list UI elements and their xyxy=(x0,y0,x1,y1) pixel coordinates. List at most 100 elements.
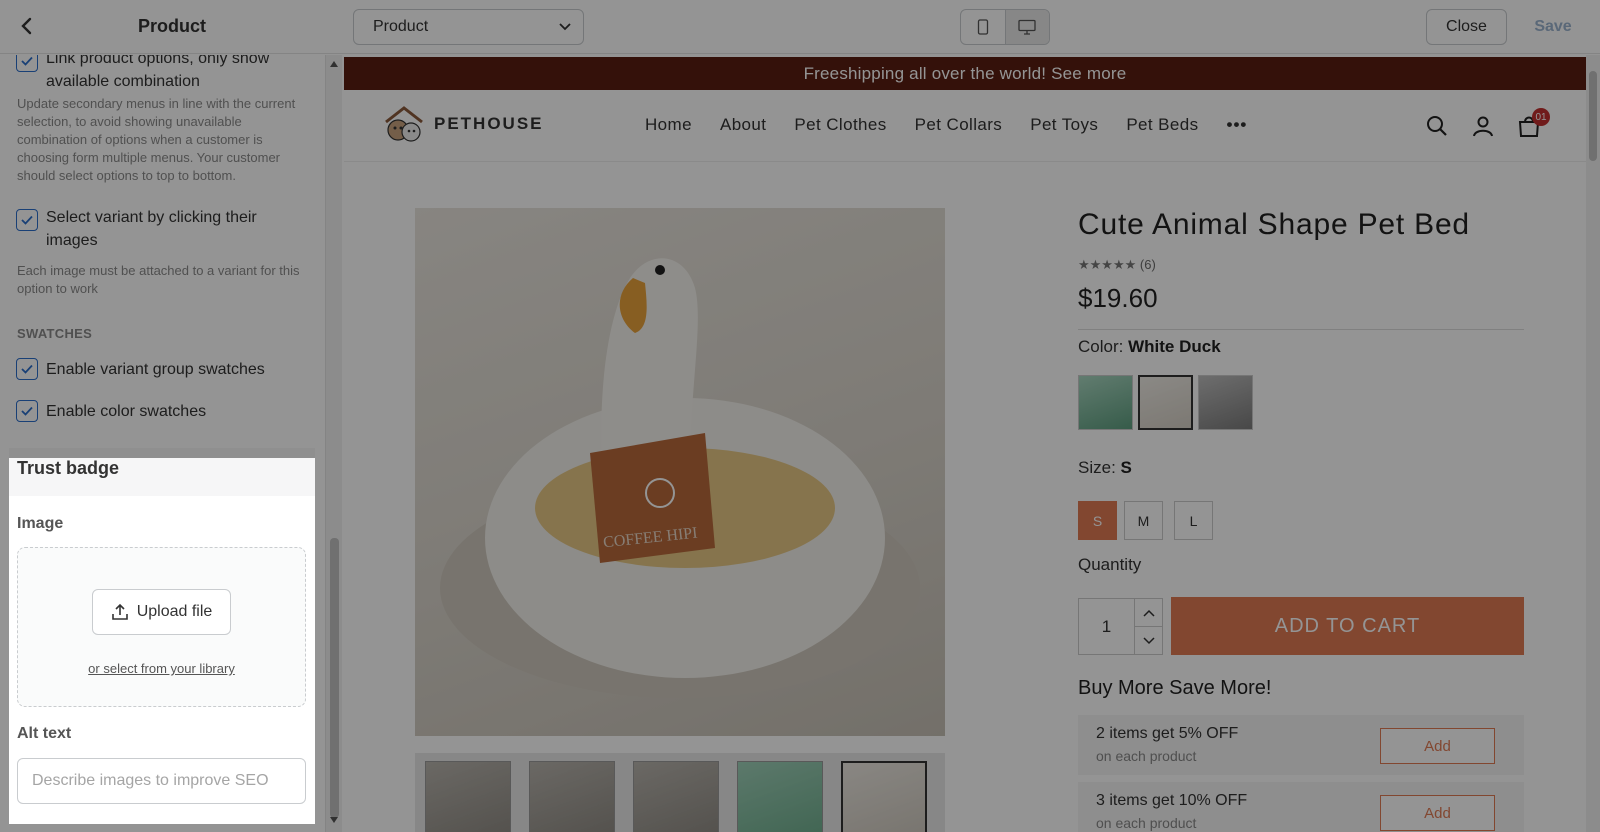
size-label: Size: xyxy=(1078,458,1116,477)
bundle-heading: Buy More Save More! xyxy=(1078,677,1272,699)
color-swatch-grey[interactable] xyxy=(1198,375,1253,430)
nav-item-pet-clothes[interactable]: Pet Clothes xyxy=(794,115,886,135)
swatches-heading: SWATCHES xyxy=(17,326,93,341)
more-menu-icon[interactable]: ••• xyxy=(1227,115,1248,135)
offer-subtitle: on each product xyxy=(1096,748,1197,764)
alt-text-input[interactable]: Describe images to improve SEO xyxy=(17,758,306,804)
storefront-preview: Freeshipping all over the world! See mor… xyxy=(344,55,1586,832)
quantity-input[interactable]: 1 xyxy=(1079,599,1135,654)
offer-add-button[interactable]: Add xyxy=(1380,795,1495,831)
color-swatch-green[interactable] xyxy=(1078,375,1133,430)
color-label: Color: xyxy=(1078,337,1124,356)
bundle-offer-1: 2 items get 5% OFF on each product Add xyxy=(1078,715,1524,775)
rating-stars[interactable]: ★★★★★ (6) xyxy=(1078,257,1156,273)
save-button[interactable]: Save xyxy=(1521,9,1585,45)
select-variant-checkbox[interactable] xyxy=(16,209,38,231)
search-icon[interactable] xyxy=(1425,114,1449,138)
quantity-increase-icon[interactable] xyxy=(1135,599,1162,627)
preview-scrollbar[interactable] xyxy=(1586,55,1600,832)
size-button-m[interactable]: M xyxy=(1124,501,1163,540)
thumbnail-2[interactable] xyxy=(529,761,615,832)
checkmark-icon xyxy=(21,56,33,66)
upload-file-button[interactable]: Upload file xyxy=(92,589,231,635)
nav-item-pet-beds[interactable]: Pet Beds xyxy=(1126,115,1198,135)
color-swatches-checkbox[interactable] xyxy=(16,400,38,422)
trust-badge-panel: Trust badge Image Upload file or select … xyxy=(9,448,315,816)
color-value: White Duck xyxy=(1128,337,1221,356)
back-arrow-icon[interactable] xyxy=(14,14,38,38)
editor-topbar: Product Product Close Save xyxy=(0,0,1600,54)
logo-text: PETHOUSE xyxy=(434,114,544,133)
sidebar-scrollbar[interactable] xyxy=(325,55,342,832)
upload-icon xyxy=(111,603,128,620)
alt-text-label: Alt text xyxy=(17,725,72,742)
link-options-setting[interactable]: Link product options, only show availabl… xyxy=(16,55,296,93)
store-logo[interactable]: PETHOUSE xyxy=(382,104,544,144)
quantity-label: Quantity xyxy=(1078,555,1142,574)
mobile-icon xyxy=(977,19,988,35)
account-icon[interactable] xyxy=(1471,114,1495,138)
desktop-view-button[interactable] xyxy=(1004,10,1049,44)
bundle-offer-2: 3 items get 10% OFF on each product Add xyxy=(1078,782,1524,832)
size-button-l[interactable]: L xyxy=(1174,501,1213,540)
rating-count: (6) xyxy=(1139,257,1156,272)
thumbnail-1[interactable] xyxy=(425,761,511,832)
thumbnail-strip xyxy=(415,753,945,832)
select-variant-label: Select variant by clicking their images xyxy=(46,209,257,249)
nav-item-about[interactable]: About xyxy=(720,115,766,135)
preview-scroll-thumb[interactable] xyxy=(1589,71,1597,161)
checkmark-icon xyxy=(21,406,33,416)
color-swatches-label: Enable color swatches xyxy=(46,403,207,420)
main-nav: Home About Pet Clothes Pet Collars Pet T… xyxy=(645,115,1247,135)
image-field-label: Image xyxy=(17,515,64,532)
page-title: Product xyxy=(138,16,207,36)
thumbnail-5[interactable] xyxy=(841,761,927,832)
duck-bed-illustration: COFFEE HIPI xyxy=(440,258,920,698)
product-title: Cute Animal Shape Pet Bed xyxy=(1078,208,1470,241)
nav-item-pet-collars[interactable]: Pet Collars xyxy=(915,115,1003,135)
select-variant-setting[interactable]: Select variant by clicking their images xyxy=(16,206,296,252)
product-price: $19.60 xyxy=(1078,283,1158,313)
upload-file-label: Upload file xyxy=(136,603,213,620)
thumbnail-3[interactable] xyxy=(633,761,719,832)
cart-count-badge: 01 xyxy=(1532,108,1550,126)
nav-item-home[interactable]: Home xyxy=(645,115,692,135)
template-select[interactable]: Product xyxy=(353,9,584,45)
select-from-library-link[interactable]: or select from your library xyxy=(18,661,305,676)
announcement-bar[interactable]: Freeshipping all over the world! See mor… xyxy=(344,57,1586,90)
select-variant-help: Each image must be attached to a variant… xyxy=(17,263,300,296)
scroll-down-arrow-icon[interactable] xyxy=(330,817,338,823)
size-button-s[interactable]: S xyxy=(1078,501,1117,540)
link-options-checkbox[interactable] xyxy=(16,55,38,72)
color-option-label: Color: White Duck xyxy=(1078,337,1221,357)
link-options-label: Link product options, only show availabl… xyxy=(46,55,270,90)
sidebar-scroll-thumb[interactable] xyxy=(330,538,339,818)
mobile-view-button[interactable] xyxy=(961,10,1005,44)
checkmark-icon xyxy=(21,215,33,225)
nav-item-pet-toys[interactable]: Pet Toys xyxy=(1030,115,1098,135)
offer-add-button[interactable]: Add xyxy=(1380,728,1495,764)
link-options-help: Update secondary menus in line with the … xyxy=(17,96,296,183)
color-swatch-white-duck[interactable] xyxy=(1138,375,1193,430)
close-button[interactable]: Close xyxy=(1426,9,1507,45)
add-to-cart-button[interactable]: ADD TO CART xyxy=(1171,597,1524,655)
thumbnail-4[interactable] xyxy=(737,761,823,832)
offer-title: 3 items get 10% OFF xyxy=(1096,792,1248,809)
size-value: S xyxy=(1120,458,1132,477)
chevron-down-icon xyxy=(559,23,571,31)
template-select-value: Product xyxy=(373,18,429,35)
scroll-up-arrow-icon[interactable] xyxy=(330,61,338,67)
quantity-stepper: 1 xyxy=(1078,598,1163,655)
offer-subtitle: on each product xyxy=(1096,815,1197,831)
image-dropzone[interactable]: Upload file or select from your library xyxy=(17,547,306,707)
settings-sidebar: Link product options, only show availabl… xyxy=(0,55,325,832)
variant-group-swatches-label: Enable variant group swatches xyxy=(46,361,265,378)
variant-group-swatches-checkbox[interactable] xyxy=(16,358,38,380)
variant-group-swatches-setting[interactable]: Enable variant group swatches xyxy=(16,358,296,381)
store-header: PETHOUSE Home About Pet Clothes Pet Coll… xyxy=(344,90,1586,162)
quantity-decrease-icon[interactable] xyxy=(1135,627,1162,654)
trust-badge-title: Trust badge xyxy=(9,448,315,496)
product-main-image[interactable]: COFFEE HIPI xyxy=(415,208,945,736)
pug-logo-icon xyxy=(385,106,423,142)
color-swatches-setting[interactable]: Enable color swatches xyxy=(16,400,296,423)
